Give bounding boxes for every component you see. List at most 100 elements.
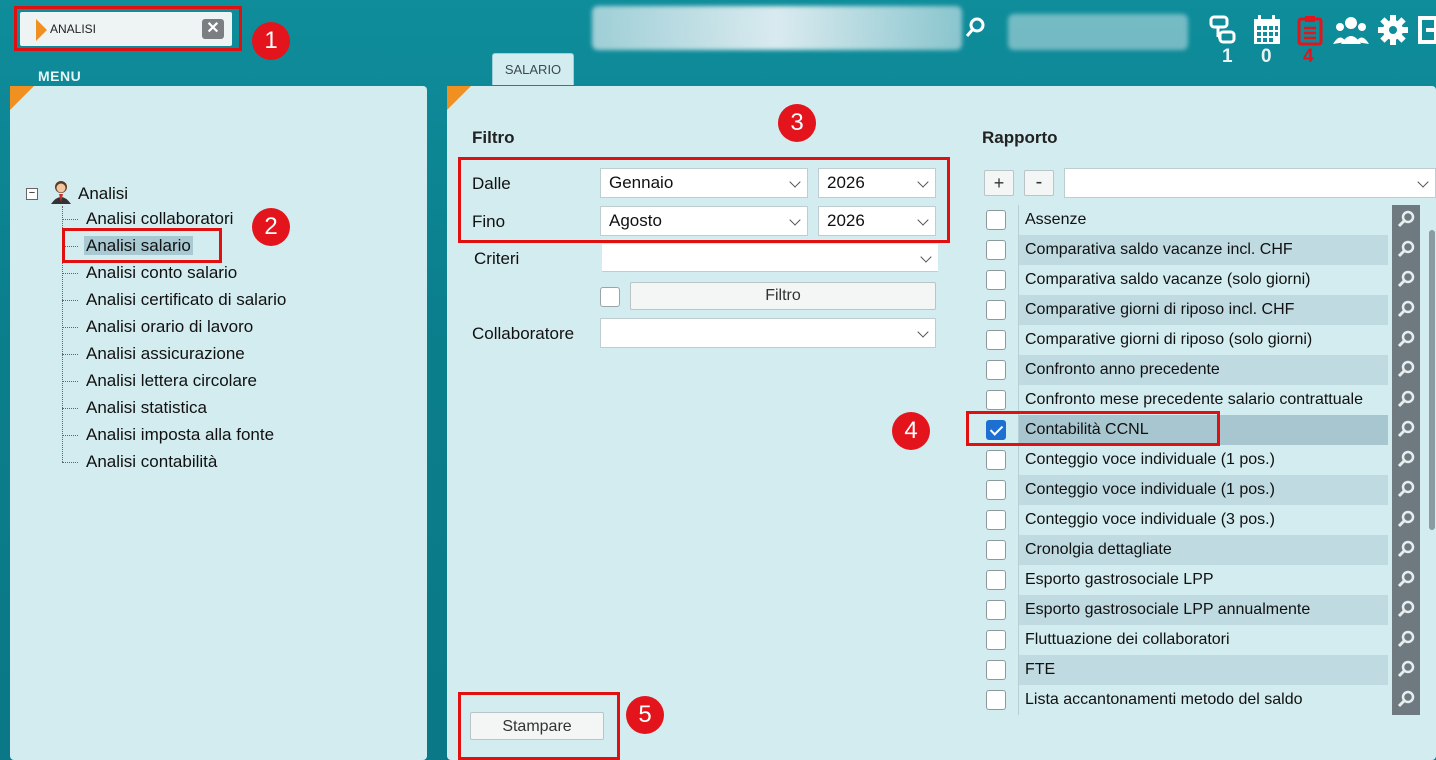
main-panel-corner-accent [447,86,471,110]
filter-title: Filtro [472,128,515,147]
clipboard-icon[interactable] [1296,14,1324,46]
preview-magnifier-icon[interactable] [1392,685,1420,715]
report-row-checkbox[interactable] [986,690,1006,710]
preview-magnifier-icon[interactable] [1392,235,1420,265]
report-row-checkbox[interactable] [986,360,1006,380]
network-icon[interactable] [1208,14,1238,46]
report-row-label: Cronolgia dettagliate [1018,535,1388,565]
calendar-icon[interactable] [1252,14,1282,46]
logout-icon[interactable] [1418,14,1436,46]
report-row[interactable]: FTE [982,655,1420,685]
preview-magnifier-icon[interactable] [1392,475,1420,505]
menu-label: MENU [38,68,82,84]
report-group-select[interactable] [1064,168,1436,198]
sidebar-item-analisi-assicurazione[interactable]: Analisi assicurazione [62,344,247,364]
preview-magnifier-icon[interactable] [1392,625,1420,655]
employee-label: Collaboratore [472,324,575,343]
preview-magnifier-icon[interactable] [1392,295,1420,325]
criteria-select[interactable] [602,244,938,272]
panel-corner-accent [10,86,34,110]
report-row[interactable]: Esporto gastrosociale LPP annualmente [982,595,1420,625]
search-icon[interactable] [965,16,987,38]
report-row[interactable]: Confronto anno precedente [982,355,1420,385]
preview-magnifier-icon[interactable] [1392,385,1420,415]
preview-magnifier-icon[interactable] [1392,415,1420,445]
report-row-checkbox[interactable] [986,390,1006,410]
report-row[interactable]: Lista accantonamenti metodo del saldo [982,685,1420,715]
sidebar-item-analisi-lettera-circolare[interactable]: Analisi lettera circolare [62,371,259,391]
report-scrollbar[interactable] [1428,205,1436,720]
report-row[interactable]: Assenze [982,205,1420,235]
report-row-checkbox[interactable] [986,450,1006,470]
report-row-checkbox[interactable] [986,210,1006,230]
preview-magnifier-icon[interactable] [1392,655,1420,685]
report-row[interactable]: Comparative giorni di riposo (solo giorn… [982,325,1420,355]
annotation-badge-3: 3 [778,104,816,142]
report-row-label: Esporto gastrosociale LPP [1018,565,1388,595]
filter-button[interactable]: Filtro [630,282,936,310]
filter-checkbox[interactable] [600,287,620,307]
employee-select[interactable] [600,318,936,348]
report-row-checkbox[interactable] [986,600,1006,620]
team-icon[interactable] [1333,14,1369,46]
sidebar-item-analisi-collaboratori[interactable]: Analisi collaboratori [62,209,235,229]
preview-magnifier-icon[interactable] [1392,445,1420,475]
preview-magnifier-icon[interactable] [1392,355,1420,385]
report-row[interactable]: Conteggio voce individuale (1 pos.) [982,445,1420,475]
preview-magnifier-icon[interactable] [1392,535,1420,565]
sidebar-item-analisi-contabilita[interactable]: Analisi contabilità [62,452,219,472]
add-report-button[interactable]: + [984,170,1014,196]
report-list[interactable]: Assenze Comparativa saldo vacanze incl. C… [982,205,1422,720]
user-icon [51,181,71,204]
preview-magnifier-icon[interactable] [1392,505,1420,535]
report-row-checkbox[interactable] [986,330,1006,350]
report-row[interactable]: Cronolgia dettagliate [982,535,1420,565]
report-row-checkbox[interactable] [986,540,1006,560]
blurred-user-area [592,6,962,50]
report-row-checkbox[interactable] [986,240,1006,260]
preview-magnifier-icon[interactable] [1392,325,1420,355]
report-row[interactable]: Comparative giorni di riposo incl. CHF [982,295,1420,325]
scrollbar-thumb[interactable] [1429,230,1435,530]
report-row[interactable]: Conteggio voce individuale (3 pos.) [982,505,1420,535]
sidebar-item-analisi-conto-salario[interactable]: Analisi conto salario [62,263,239,283]
report-row-label: Conteggio voce individuale (1 pos.) [1018,445,1388,475]
report-row[interactable]: Fluttuazione dei collaboratori [982,625,1420,655]
report-row-checkbox[interactable] [986,270,1006,290]
preview-magnifier-icon[interactable] [1392,265,1420,295]
gear-icon[interactable] [1377,14,1409,46]
preview-magnifier-icon[interactable] [1392,595,1420,625]
report-row-label: Fluttuazione dei collaboratori [1018,625,1388,655]
report-row-label: Esporto gastrosociale LPP annualmente [1018,595,1388,625]
report-row[interactable]: Conteggio voce individuale (1 pos.) [982,475,1420,505]
annotation-box-3 [458,157,950,243]
sidebar-item-analisi-imposta-fonte[interactable]: Analisi imposta alla fonte [62,425,276,445]
preview-magnifier-icon[interactable] [1392,565,1420,595]
report-row-label: FTE [1018,655,1388,685]
counter-clipboard: 4 [1303,46,1314,67]
report-row-label: Comparativa saldo vacanze incl. CHF [1018,235,1388,265]
report-row-label: Comparativa saldo vacanze (solo giorni) [1018,265,1388,295]
tab-salario[interactable]: SALARIO [492,53,574,85]
collapse-icon[interactable]: − [26,188,38,200]
sidebar-item-analisi-orario-lavoro[interactable]: Analisi orario di lavoro [62,317,255,337]
report-row-checkbox[interactable] [986,300,1006,320]
sidebar-item-analisi-statistica[interactable]: Analisi statistica [62,398,209,418]
report-row[interactable]: Comparativa saldo vacanze incl. CHF [982,235,1420,265]
report-row[interactable]: Comparativa saldo vacanze (solo giorni) [982,265,1420,295]
report-row-checkbox[interactable] [986,660,1006,680]
report-row-checkbox[interactable] [986,480,1006,500]
counter-calendar: 0 [1261,46,1272,67]
criteria-label: Criteri [474,249,520,268]
report-row-checkbox[interactable] [986,630,1006,650]
preview-magnifier-icon[interactable] [1392,205,1420,235]
chevron-down-icon [920,251,932,263]
report-row-label: Conteggio voce individuale (3 pos.) [1018,505,1388,535]
remove-report-button[interactable]: - [1024,170,1054,196]
report-row-label: Lista accantonamenti metodo del saldo [1018,685,1388,715]
chevron-down-icon [917,326,929,338]
report-row-checkbox[interactable] [986,570,1006,590]
sidebar-item-analisi-certificato-salario[interactable]: Analisi certificato di salario [62,290,288,310]
report-row[interactable]: Esporto gastrosociale LPP [982,565,1420,595]
report-row-checkbox[interactable] [986,510,1006,530]
